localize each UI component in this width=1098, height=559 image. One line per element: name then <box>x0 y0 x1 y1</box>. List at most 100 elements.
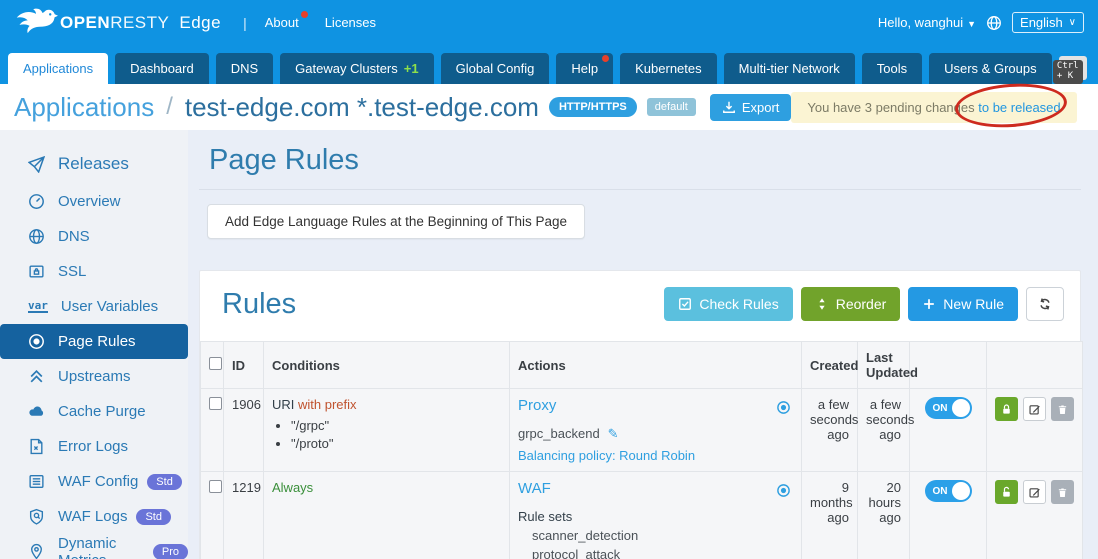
column-header-actions: Actions <box>509 341 802 389</box>
refresh-icon <box>1040 298 1050 310</box>
pro-badge: Pro <box>152 543 188 559</box>
std-badge: Std <box>136 508 171 525</box>
about-link[interactable]: About <box>265 11 308 30</box>
language-globe-icon <box>987 15 1001 30</box>
user-greeting-menu[interactable]: Hello, wanghui ▼ <box>878 15 976 30</box>
language-select[interactable]: English ∨ <box>1012 12 1084 33</box>
var-icon: var <box>28 299 48 313</box>
row-checkbox[interactable] <box>209 480 222 493</box>
reorder-button[interactable]: Reorder <box>800 287 901 321</box>
tab-global-config[interactable]: Global Config <box>440 53 550 84</box>
up-down-arrows-icon <box>819 298 825 310</box>
condition-value: "/grpc" <box>291 418 501 433</box>
pending-changes-banner: You have 3 pending changes to be release… <box>791 91 1077 123</box>
delete-rule-button[interactable] <box>1051 397 1074 421</box>
column-header-created: Created <box>801 341 858 389</box>
rule-set-item: protocol_attack <box>532 547 621 559</box>
target-icon <box>29 334 44 349</box>
balancing-policy-link[interactable]: Balancing policy: Round Robin <box>518 448 793 463</box>
export-button[interactable]: Export <box>709 93 792 121</box>
tab-multi-tier-network[interactable]: Multi-tier Network <box>723 53 855 84</box>
search-shortcut-badge: Ctrl + K <box>1052 60 1083 84</box>
notification-dot-icon <box>300 11 308 18</box>
std-badge: Std <box>147 473 182 490</box>
sidebar-item-waf-config[interactable]: WAF Config Std <box>0 464 188 499</box>
updated-cell: 20 hours ago <box>857 471 910 559</box>
check-rules-button[interactable]: Check Rules <box>664 287 793 321</box>
edit-upstream-icon[interactable]: ✎ <box>608 426 619 441</box>
sidebar-item-cache-purge[interactable]: Cache Purge <box>0 394 188 429</box>
page-title: Page Rules <box>209 144 359 176</box>
lock-closed-icon <box>1003 403 1010 414</box>
brand-title: OPENRESTY Edge <box>60 12 222 32</box>
delete-rule-button[interactable] <box>1051 480 1074 504</box>
sidebar-item-dns[interactable]: DNS <box>0 219 188 254</box>
tab-dns[interactable]: DNS <box>215 53 274 84</box>
pin-icon <box>31 543 42 559</box>
edit-pencil-icon <box>1029 404 1040 415</box>
chevron-down-icon: ▼ <box>967 19 977 29</box>
action-waf-link[interactable]: WAF <box>518 480 551 497</box>
sidebar-item-dynamic-metrics[interactable]: Dynamic Metrics Pro <box>0 534 188 559</box>
lock-rule-button[interactable] <box>995 397 1018 421</box>
sidebar: Releases Overview DNS SSL var User Varia… <box>0 130 188 559</box>
updated-cell: a few seconds ago <box>857 388 914 472</box>
select-all-checkbox[interactable] <box>209 357 222 370</box>
sidebar-item-upstreams[interactable]: Upstreams <box>0 359 188 394</box>
default-badge: default <box>646 98 696 116</box>
rule-conditions: URI with prefix "/grpc" "/proto" <box>263 388 510 472</box>
rules-panel-title: Rules <box>222 287 297 320</box>
unlock-rule-button[interactable] <box>995 480 1018 504</box>
plus-icon <box>924 299 935 309</box>
main-nav: Applications Dashboard DNS Gateway Clust… <box>0 45 1098 84</box>
new-rule-button[interactable]: New Rule <box>908 287 1018 321</box>
sidebar-item-waf-logs[interactable]: WAF Logs Std <box>0 499 188 534</box>
tab-help[interactable]: Help <box>556 53 614 84</box>
locate-target-icon[interactable] <box>776 400 791 415</box>
edit-rule-button[interactable] <box>1022 480 1047 504</box>
licenses-link[interactable]: Licenses <box>325 15 376 30</box>
to-be-released-link[interactable]: to be released <box>978 100 1060 115</box>
breadcrumb-bar: Applications / test-edge.com *.test-edge… <box>0 84 1098 130</box>
shield-icon <box>29 508 44 525</box>
condition-value: "/proto" <box>291 436 501 451</box>
protocol-badge: HTTP/HTTPS <box>548 97 637 117</box>
tab-gateway-clusters[interactable]: Gateway Clusters +1 <box>280 53 434 84</box>
tab-dashboard[interactable]: Dashboard <box>115 53 209 84</box>
sidebar-item-user-variables[interactable]: var User Variables <box>0 289 188 324</box>
sidebar-item-releases[interactable]: Releases <box>0 144 188 184</box>
trash-icon <box>1058 487 1067 497</box>
tab-users-groups[interactable]: Users & Groups <box>929 53 1052 84</box>
sidebar-item-overview[interactable]: Overview <box>0 184 188 219</box>
breadcrumb-current-app: test-edge.com *.test-edge.com <box>184 91 539 122</box>
gateway-clusters-count-badge: +1 <box>403 61 419 76</box>
paper-plane-icon <box>28 155 45 173</box>
action-proxy-link[interactable]: Proxy <box>518 397 556 414</box>
tab-tools[interactable]: Tools <box>861 53 923 84</box>
column-header-id: ID <box>223 341 264 389</box>
table-row: 1906 URI with prefix "/grpc" "/proto" <box>200 388 1083 472</box>
tab-applications[interactable]: Applications <box>8 53 109 84</box>
rules-table: ID Conditions Actions Created Last Updat… <box>200 341 1083 559</box>
breadcrumb-applications-link[interactable]: Applications <box>14 92 154 123</box>
sidebar-item-error-logs[interactable]: Error Logs <box>0 429 188 464</box>
created-cell: a few seconds ago <box>801 388 858 472</box>
rule-enabled-toggle[interactable]: ON <box>924 480 972 502</box>
tab-kubernetes[interactable]: Kubernetes <box>620 53 717 84</box>
rule-enabled-toggle[interactable]: ON <box>924 397 972 419</box>
toggle-knob <box>951 399 970 417</box>
toggle-knob <box>951 482 970 500</box>
sidebar-item-page-rules[interactable]: Page Rules <box>0 324 188 359</box>
row-checkbox[interactable] <box>209 397 222 410</box>
column-header-conditions: Conditions <box>263 341 510 389</box>
locate-target-icon[interactable] <box>776 483 791 498</box>
refresh-button[interactable] <box>1026 287 1064 321</box>
chevron-down-icon: ∨ <box>1068 17 1076 28</box>
rule-id: 1906 <box>223 388 264 472</box>
add-edge-language-rules-button[interactable]: Add Edge Language Rules at the Beginning… <box>207 204 586 239</box>
sidebar-item-ssl[interactable]: SSL <box>0 254 188 289</box>
trash-icon <box>1058 404 1067 414</box>
created-cell: 9 months ago <box>801 471 858 559</box>
column-header-last-updated: Last Updated <box>857 341 918 389</box>
edit-rule-button[interactable] <box>1022 397 1047 421</box>
